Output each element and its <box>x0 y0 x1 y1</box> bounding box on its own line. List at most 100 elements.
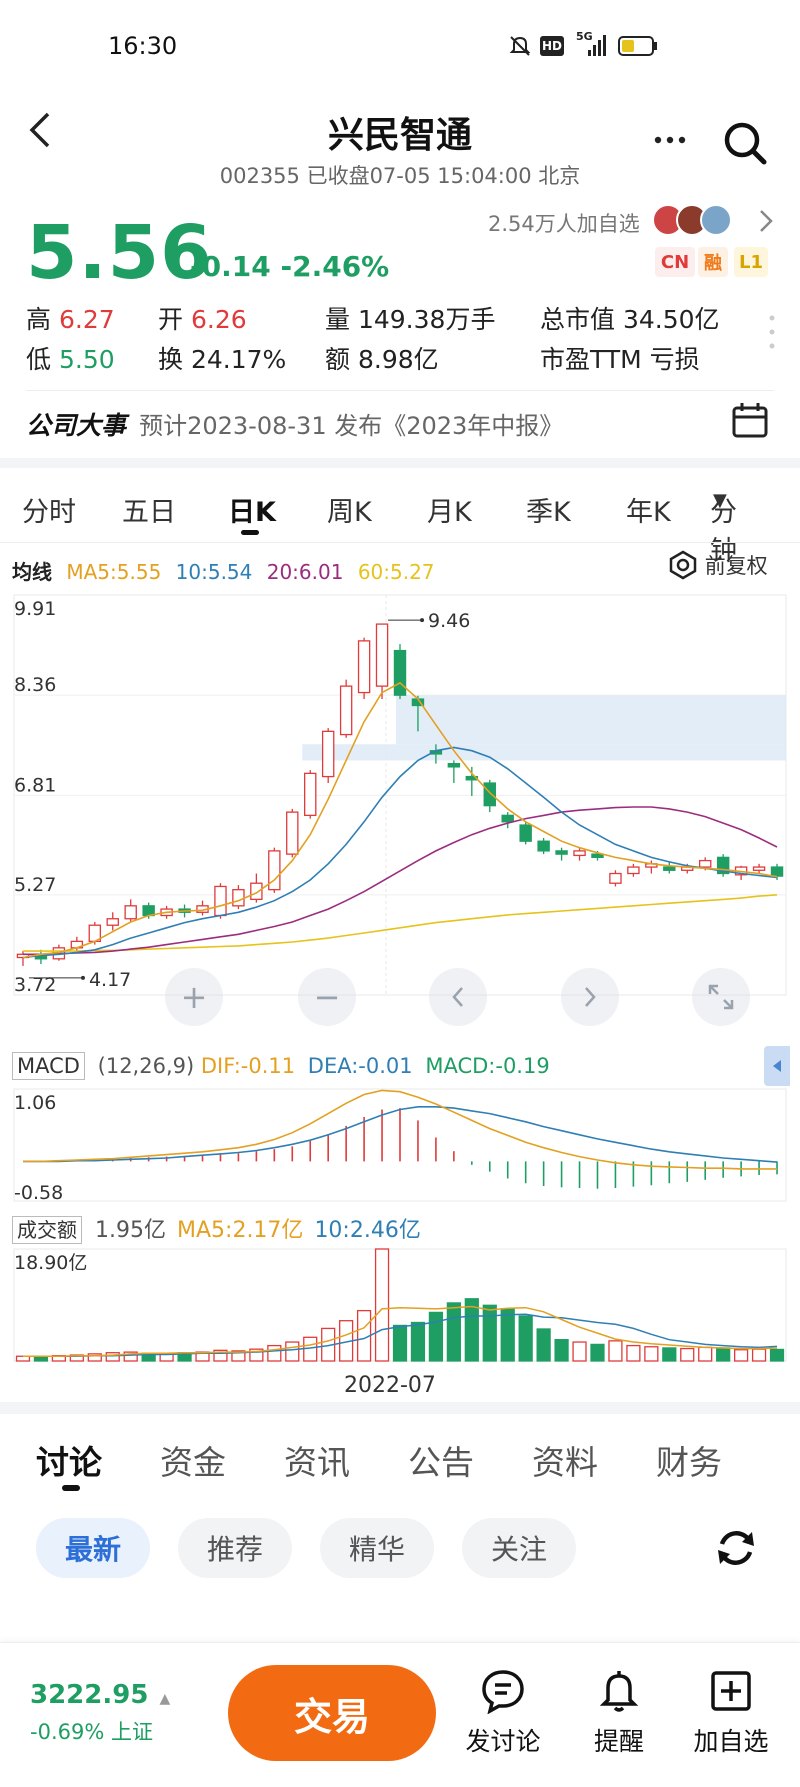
volume-bar <box>518 1315 533 1362</box>
adjust-toggle[interactable]: 前复权 <box>668 550 768 580</box>
candle <box>555 850 568 855</box>
volume-y-top: 18.90亿 <box>14 1252 87 1274</box>
chevron-right-icon <box>585 987 596 1007</box>
tab-intraday[interactable]: 分时 <box>22 490 76 529</box>
expand-dots-icon[interactable] <box>768 312 776 352</box>
chip-latest[interactable]: 最新 <box>36 1518 150 1578</box>
stat-open: 开 6.26 <box>158 305 247 334</box>
plus-square-icon <box>711 1671 751 1711</box>
stat-low: 低 5.50 <box>26 345 115 374</box>
chevron-right-icon[interactable] <box>758 208 774 234</box>
volume-bar <box>446 1302 461 1362</box>
active-tab-indicator <box>241 530 259 535</box>
tab-yearly-k[interactable]: 年K <box>626 490 671 529</box>
y-tick-label: 9.91 <box>14 598 56 620</box>
macd-chart[interactable]: 1.06 -0.58 <box>0 1085 800 1205</box>
collapse-panel-button[interactable] <box>764 1046 790 1086</box>
candle <box>627 866 640 875</box>
ma60-line <box>23 894 778 952</box>
price-zone <box>396 695 786 745</box>
macd-y-top: 1.06 <box>14 1092 56 1114</box>
chip-recommended[interactable]: 推荐 <box>178 1518 292 1578</box>
chip-featured[interactable]: 精华 <box>320 1518 434 1578</box>
mute-icon <box>508 34 532 58</box>
tab-five-day[interactable]: 五日 <box>122 490 176 529</box>
badge-l1: L1 <box>734 247 768 277</box>
candle <box>519 824 532 842</box>
content-tabs: 讨论 资金 资讯 公告 资料 财务 <box>0 1430 800 1500</box>
tab-profile[interactable]: 资料 <box>532 1436 598 1484</box>
y-tick-label: 8.36 <box>14 674 56 696</box>
refresh-icon[interactable] <box>712 1524 760 1572</box>
post-discussion-button[interactable]: 发讨论 <box>458 1668 548 1758</box>
volume-bar <box>392 1324 408 1362</box>
more-dots-icon[interactable] <box>652 132 688 148</box>
chat-bubble-icon <box>482 1670 524 1715</box>
chevron-left-icon <box>452 987 463 1007</box>
volume-bar <box>680 1347 695 1362</box>
price-zone <box>302 744 786 761</box>
hd-icon: HD <box>540 36 564 56</box>
tab-funds[interactable]: 资金 <box>160 1436 226 1484</box>
zoom-in-button[interactable]: + <box>165 968 223 1026</box>
volume-bar <box>698 1346 713 1362</box>
tab-financials[interactable]: 财务 <box>656 1436 722 1484</box>
volume-bar <box>734 1349 749 1362</box>
chart-toolbar: + − <box>0 960 800 1030</box>
ma10-line <box>22 746 778 959</box>
volume-bar <box>267 1344 282 1362</box>
volume-legend: 成交额 1.95亿 MA5:2.17亿 10:2.46亿 <box>12 1212 421 1244</box>
scroll-right-button[interactable] <box>561 968 619 1026</box>
candle <box>339 685 353 736</box>
remind-button[interactable]: 提醒 <box>574 1668 664 1758</box>
tab-daily-k[interactable]: 日K <box>228 490 276 529</box>
active-tab-indicator <box>62 1485 80 1491</box>
divider <box>26 390 774 391</box>
scroll-left-button[interactable] <box>429 968 487 1026</box>
trade-button[interactable]: 交易 <box>228 1665 436 1761</box>
fullscreen-button[interactable] <box>692 968 750 1026</box>
caret-left-icon <box>773 1060 781 1072</box>
volume-bar <box>769 1348 785 1362</box>
tab-announcements[interactable]: 公告 <box>408 1436 474 1484</box>
signal-icon: 5G <box>576 30 610 60</box>
volume-chart[interactable]: 18.90亿 <box>0 1245 800 1380</box>
calendar-icon[interactable] <box>730 400 770 440</box>
index-ticker[interactable]: 3222.95 ▲ -0.69% 上证 <box>30 1680 170 1746</box>
volume-bar <box>751 1348 767 1362</box>
chip-following[interactable]: 关注 <box>462 1518 576 1578</box>
section-gap <box>0 1402 800 1414</box>
section-gap <box>0 458 800 468</box>
bell-icon <box>599 1671 639 1712</box>
y-tick-label: 6.81 <box>14 774 56 796</box>
candle <box>573 850 586 857</box>
max-marker-dot <box>420 618 425 623</box>
volume-bar <box>33 1356 49 1362</box>
tab-discussion[interactable]: 讨论 <box>36 1436 102 1484</box>
divider <box>0 542 800 543</box>
follower-avatars[interactable] <box>652 202 742 238</box>
zoom-out-button[interactable]: − <box>298 968 356 1026</box>
tab-news[interactable]: 资讯 <box>284 1436 350 1484</box>
tab-monthly-k[interactable]: 月K <box>427 490 472 529</box>
expand-icon <box>708 984 734 1010</box>
candle <box>106 918 119 926</box>
followers-count[interactable]: 2.54万人加自选 <box>488 208 640 238</box>
stat-market-cap: 总市值 34.50亿 <box>540 305 720 334</box>
volume-bar <box>590 1343 605 1362</box>
volume-bar <box>554 1339 569 1362</box>
company-event-row[interactable]: 公司大事 预计2023-08-31 发布《2023年中报》 <box>26 406 774 442</box>
tab-weekly-k[interactable]: 周K <box>327 490 372 529</box>
y-tick-label: 5.27 <box>14 874 56 896</box>
candle <box>321 730 335 778</box>
stat-volume: 量 149.38万手 <box>325 305 496 334</box>
search-icon[interactable] <box>722 120 768 166</box>
volume-bar <box>482 1304 497 1362</box>
volume-bar <box>428 1311 444 1362</box>
add-watchlist-button[interactable]: 加自选 <box>686 1668 776 1758</box>
badge-margin: 融 <box>698 247 728 277</box>
candle <box>609 872 622 884</box>
volume-bar <box>536 1328 551 1362</box>
candle <box>304 772 317 817</box>
tab-quarterly-k[interactable]: 季K <box>526 490 571 529</box>
